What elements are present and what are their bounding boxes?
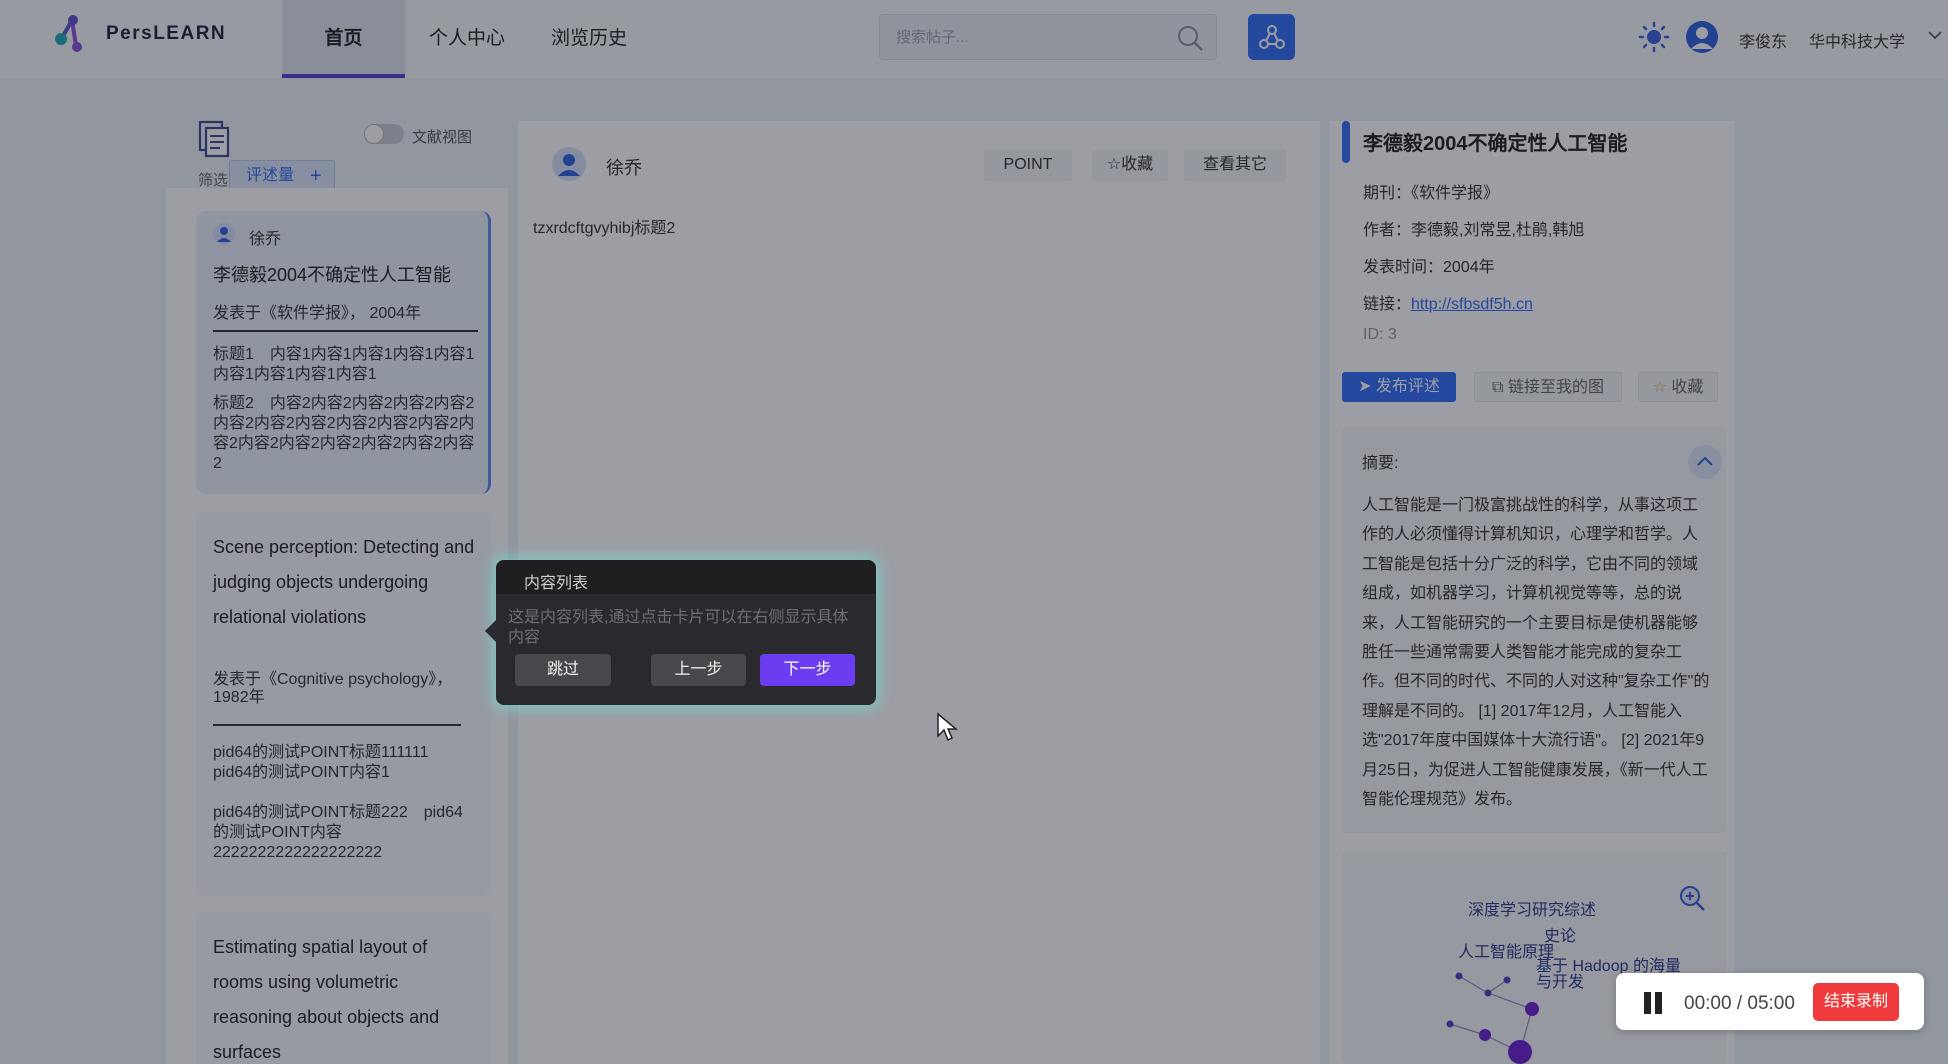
tour-header: 内容列表 (496, 560, 876, 594)
recording-timer: 00:00 / 05:00 (1684, 993, 1795, 1014)
tour-next-button[interactable]: 下一步 (760, 654, 855, 686)
popover-arrow (485, 620, 496, 642)
tour-skip-button[interactable]: 跳过 (515, 654, 611, 686)
tour-backdrop-overlay[interactable] (0, 0, 1948, 1064)
guided-tour-popover: 内容列表 这是内容列表,通过点击卡片可以在右侧显示具体内容 跳过 上一步 下一步 (485, 560, 876, 705)
pause-icon[interactable] (1642, 992, 1664, 1014)
tour-description: 这是内容列表,通过点击卡片可以在右侧显示具体内容 (508, 609, 849, 646)
stop-recording-button[interactable]: 结束录制 (1813, 983, 1899, 1021)
screen-recording-bar: 00:00 / 05:00 结束录制 (1616, 973, 1924, 1030)
tour-title: 内容列表 (524, 575, 589, 592)
tour-prev-button[interactable]: 上一步 (651, 654, 746, 686)
mouse-cursor-icon (937, 712, 958, 742)
